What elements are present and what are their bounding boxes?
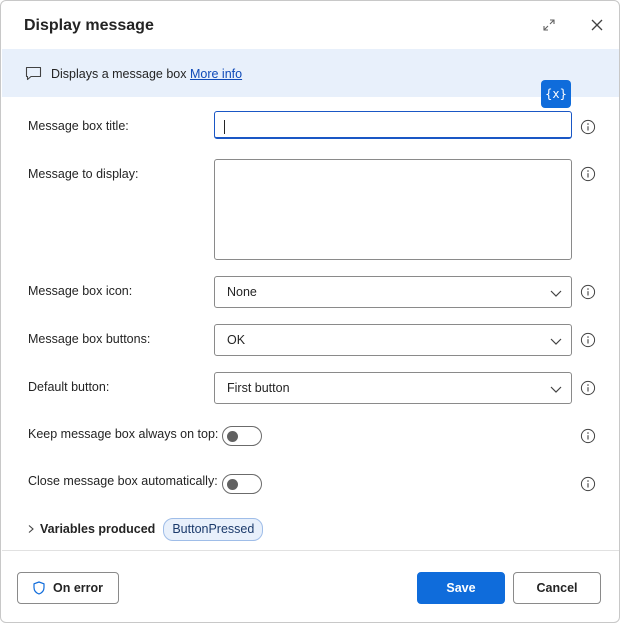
- message-box-icon-select[interactable]: None: [214, 276, 572, 308]
- default-button-label: Default button:: [28, 380, 110, 394]
- auto-close-label: Close message box automatically:: [28, 474, 218, 488]
- auto-close-toggle[interactable]: [222, 474, 262, 494]
- chevron-down-icon: [550, 338, 562, 345]
- info-icon[interactable]: [580, 380, 596, 396]
- chevron-down-icon: [550, 290, 562, 297]
- save-button[interactable]: Save: [417, 572, 505, 604]
- cancel-button[interactable]: Cancel: [513, 572, 601, 604]
- info-bar-description: Displays a message box: [51, 67, 187, 81]
- select-value: None: [227, 285, 257, 299]
- expand-button[interactable]: [537, 13, 561, 37]
- footer-divider: [2, 550, 619, 551]
- info-icon[interactable]: [580, 428, 596, 444]
- message-to-display-textarea[interactable]: [214, 159, 572, 260]
- expand-icon: [543, 19, 555, 31]
- info-bar: Displays a message box More info: [2, 49, 619, 97]
- dialog-title: Display message: [24, 17, 154, 34]
- insert-variable-button[interactable]: {x}: [541, 80, 571, 108]
- variables-produced-section: Variables produced ButtonPressed: [26, 517, 264, 541]
- default-button-select[interactable]: First button: [214, 372, 572, 404]
- message-box-icon-label: Message box icon:: [28, 284, 133, 298]
- message-box-buttons-label: Message box buttons:: [28, 332, 151, 346]
- message-box-title-label: Message box title:: [28, 119, 129, 133]
- display-message-dialog: Display message Displays a message box M…: [0, 0, 620, 623]
- info-icon[interactable]: [580, 119, 596, 135]
- always-on-top-label: Keep message box always on top:: [28, 427, 219, 441]
- select-value: First button: [227, 381, 290, 395]
- chevron-right-icon[interactable]: [26, 524, 36, 534]
- variable-chip[interactable]: ButtonPressed: [163, 517, 264, 541]
- toggle-knob: [227, 431, 238, 442]
- message-box-buttons-select[interactable]: OK: [214, 324, 572, 356]
- info-bar-text: Displays a message box More info: [51, 67, 242, 81]
- toggle-knob: [227, 479, 238, 490]
- info-icon[interactable]: [580, 332, 596, 348]
- message-box-title-input[interactable]: [214, 111, 572, 139]
- message-to-display-label: Message to display:: [28, 167, 139, 181]
- chevron-down-icon: [550, 386, 562, 393]
- variables-produced-label: Variables produced: [40, 522, 156, 536]
- info-icon[interactable]: [580, 166, 596, 182]
- more-info-link[interactable]: More info: [190, 67, 242, 81]
- message-icon: [25, 66, 42, 81]
- shield-icon: [33, 581, 45, 595]
- close-button[interactable]: [585, 13, 609, 37]
- text-caret: [224, 120, 225, 134]
- on-error-label: On error: [52, 581, 103, 595]
- info-icon[interactable]: [580, 476, 596, 492]
- always-on-top-toggle[interactable]: [222, 426, 262, 446]
- close-icon: [591, 19, 603, 31]
- info-icon[interactable]: [580, 284, 596, 300]
- on-error-button[interactable]: On error: [17, 572, 119, 604]
- select-value: OK: [227, 333, 246, 347]
